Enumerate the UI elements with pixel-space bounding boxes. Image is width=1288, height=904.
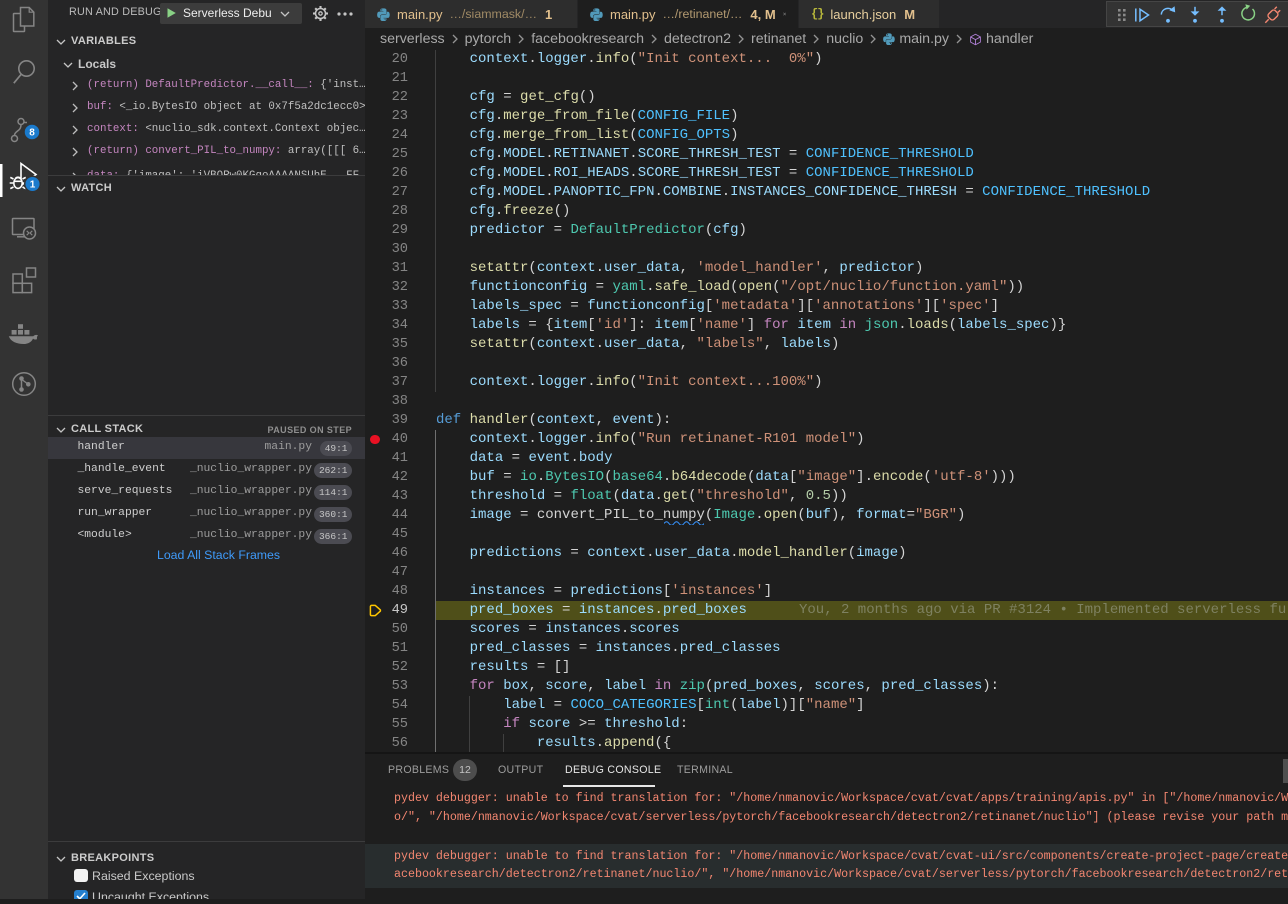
svg-text:8: 8 <box>29 128 35 139</box>
svg-text:1: 1 <box>30 180 36 191</box>
